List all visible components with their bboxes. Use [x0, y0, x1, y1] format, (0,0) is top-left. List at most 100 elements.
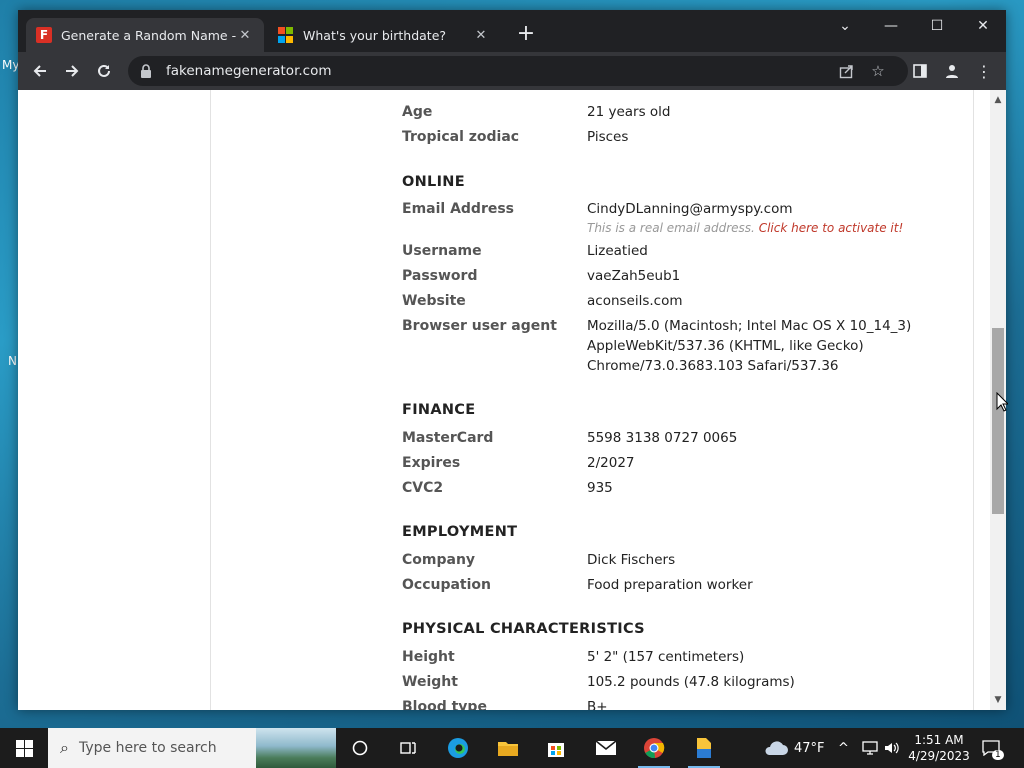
section-employment: EMPLOYMENT — [402, 524, 518, 540]
tab-title: Generate a Random Name - Fake — [61, 27, 236, 43]
scroll-down-arrow-icon[interactable]: ▼ — [990, 692, 1006, 708]
share-icon[interactable] — [834, 56, 858, 86]
fakenamegenerator-icon: F — [36, 27, 52, 43]
reload-button[interactable] — [90, 57, 118, 85]
email-note: This is a real email address. Click here… — [587, 221, 903, 235]
close-window-button[interactable]: ✕ — [960, 10, 1006, 42]
scroll-thumb[interactable] — [992, 328, 1004, 514]
page-content: Age 21 years old Tropical zodiac Pisces … — [18, 90, 990, 710]
mouse-cursor-icon — [996, 392, 1008, 412]
label-occupation: Occupation — [402, 577, 492, 593]
tab-fakenamegenerator[interactable]: F Generate a Random Name - Fake ✕ — [26, 18, 264, 52]
label-user-agent: Browser user agent — [402, 318, 557, 334]
weather-temp: 47°F — [794, 740, 825, 756]
address-bar[interactable]: fakenamegenerator.com ☆ — [128, 56, 908, 86]
section-physical: PHYSICAL CHARACTERISTICS — [402, 621, 645, 637]
user-agent-line: Mozilla/5.0 (Macintosh; Intel Mac OS X 1… — [587, 318, 912, 334]
value-company: Dick Fischers — [587, 552, 676, 568]
activate-email-link[interactable]: Click here to activate it! — [759, 221, 904, 235]
label-card: MasterCard — [402, 430, 494, 446]
value-website: aconseils.com — [587, 293, 683, 309]
side-panel-icon[interactable] — [906, 57, 934, 85]
taskbar: ⌕ Type here to search 47°F ^ 1:51 AM 4/2… — [0, 728, 1024, 768]
label-password: Password — [402, 268, 478, 284]
tab-strip: F Generate a Random Name - Fake ✕ What's… — [18, 10, 1006, 52]
cortana-icon[interactable] — [336, 728, 384, 768]
label-weight: Weight — [402, 674, 458, 690]
tab-title: What's your birthdate? — [303, 27, 447, 43]
content-column — [210, 90, 974, 710]
cloud-icon — [765, 741, 788, 755]
value-card: 5598 3138 0727 0065 — [587, 430, 738, 446]
section-finance: FINANCE — [402, 402, 476, 418]
profile-icon[interactable] — [938, 57, 966, 85]
value-username: Lizeatied — [587, 243, 648, 259]
start-button[interactable] — [0, 728, 48, 768]
microsoft-icon — [278, 27, 294, 43]
clock-date: 4/29/2023 — [908, 749, 970, 763]
search-highlight-image — [256, 728, 336, 768]
label-website: Website — [402, 293, 466, 309]
file-explorer-icon[interactable] — [484, 728, 532, 768]
label-email: Email Address — [402, 201, 515, 217]
minimize-button[interactable]: — — [868, 10, 914, 42]
volume-icon[interactable] — [884, 728, 904, 768]
value-occupation: Food preparation worker — [587, 577, 753, 593]
microsoft-store-icon[interactable] — [532, 728, 580, 768]
clock-time: 1:51 AM — [914, 733, 964, 747]
notifications-icon[interactable]: 1 — [982, 728, 1004, 768]
desktop-icon-label: N — [8, 354, 17, 368]
menu-kebab-icon[interactable]: ⋮ — [970, 57, 998, 85]
mail-icon[interactable] — [582, 728, 630, 768]
forward-button[interactable] — [58, 57, 86, 85]
file-app-icon[interactable] — [680, 728, 728, 768]
close-icon[interactable]: ✕ — [472, 28, 490, 43]
address-text[interactable]: fakenamegenerator.com — [166, 63, 332, 79]
chrome-icon[interactable] — [630, 728, 678, 768]
bookmark-star-icon[interactable]: ☆ — [866, 56, 890, 86]
email-note-text: This is a real email address. — [587, 221, 755, 235]
value-cvc: 935 — [587, 480, 613, 496]
value-weight: 105.2 pounds (47.8 kilograms) — [587, 674, 795, 690]
browser-toolbar: fakenamegenerator.com ☆ ⋮ — [18, 52, 1006, 90]
value-blood-type: B+ — [587, 699, 608, 710]
close-icon[interactable]: ✕ — [236, 28, 254, 43]
network-icon[interactable] — [862, 728, 882, 768]
label-height: Height — [402, 649, 455, 665]
taskbar-clock[interactable]: 1:51 AM 4/29/2023 — [906, 732, 972, 764]
value-email: CindyDLanning@armyspy.com — [587, 201, 793, 217]
lock-icon[interactable] — [140, 64, 152, 78]
value-height: 5' 2" (157 centimeters) — [587, 649, 745, 665]
chevron-up-icon[interactable]: ^ — [838, 728, 854, 768]
value-user-agent: Mozilla/5.0 (Macintosh; Intel Mac OS X 1… — [587, 316, 911, 376]
new-tab-button[interactable]: + — [514, 23, 538, 47]
task-view-icon[interactable] — [384, 728, 432, 768]
label-age: Age — [402, 104, 433, 120]
browser-window: F Generate a Random Name - Fake ✕ What's… — [18, 10, 1006, 710]
value-password: vaeZah5eub1 — [587, 268, 681, 284]
scroll-up-arrow-icon[interactable]: ▲ — [990, 92, 1006, 108]
label-cvc: CVC2 — [402, 480, 444, 496]
tab-birthdate[interactable]: What's your birthdate? ✕ — [268, 18, 500, 52]
label-zodiac: Tropical zodiac — [402, 129, 520, 145]
user-agent-line: AppleWebKit/537.36 (KHTML, like Gecko) — [587, 338, 864, 354]
search-icon: ⌕ — [60, 738, 69, 757]
value-age: 21 years old — [587, 104, 671, 120]
label-blood-type: Blood type — [402, 699, 487, 710]
weather-widget[interactable]: 47°F — [762, 728, 828, 768]
edge-icon[interactable] — [434, 728, 482, 768]
notification-count: 1 — [992, 750, 1004, 760]
value-expires: 2/2027 — [587, 455, 635, 471]
label-username: Username — [402, 243, 482, 259]
desktop-icon-label: My — [2, 58, 20, 72]
user-agent-line: Chrome/73.0.3683.103 Safari/537.36 — [587, 358, 839, 374]
tab-search-icon[interactable]: ⌄ — [822, 10, 868, 42]
taskbar-search-input[interactable]: ⌕ Type here to search — [48, 728, 336, 768]
section-online: ONLINE — [402, 174, 465, 190]
label-company: Company — [402, 552, 476, 568]
windows-icon — [15, 739, 33, 757]
value-zodiac: Pisces — [587, 129, 629, 145]
maximize-button[interactable]: ☐ — [914, 10, 960, 42]
back-button[interactable] — [26, 57, 54, 85]
search-placeholder: Type here to search — [78, 740, 217, 756]
